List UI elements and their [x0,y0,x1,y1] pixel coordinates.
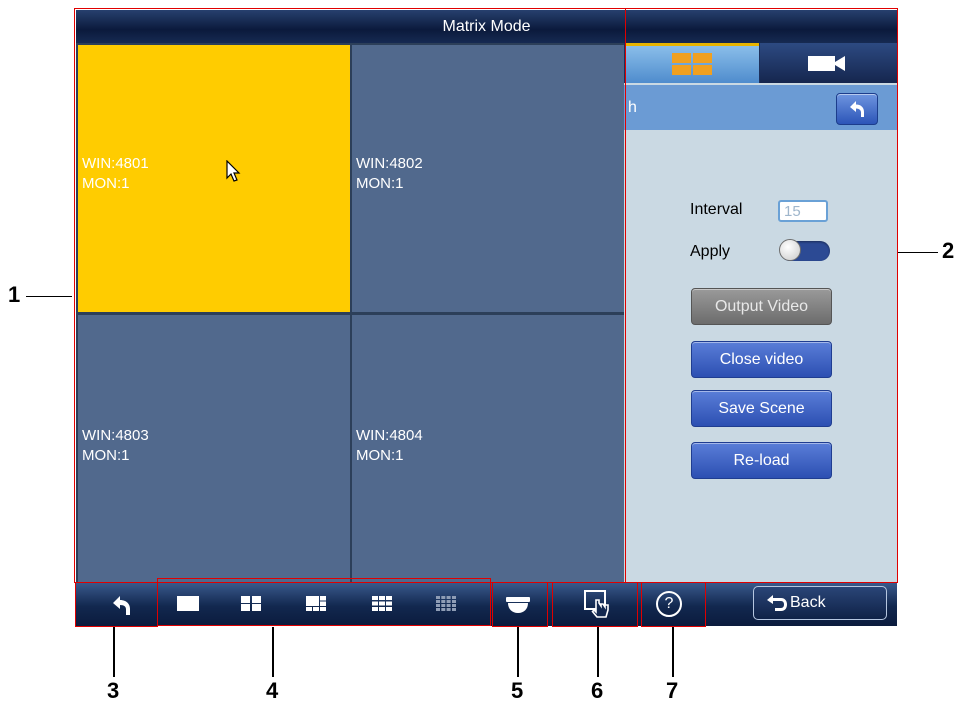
callout-7: 7 [666,678,679,703]
tab-window-layout[interactable] [626,43,759,83]
window-tile-4804[interactable]: WIN:4804 MON:1 [352,315,624,582]
back-button-label: Back [790,594,826,611]
callout-3: 3 [107,678,120,703]
leader-line-1 [26,296,72,297]
reload-button[interactable]: Re-load [691,442,832,479]
back-button[interactable]: Back [753,586,887,620]
window-id-label: WIN:4801 [82,155,149,172]
window-tile-4801[interactable]: WIN:4801 MON:1 [78,45,350,312]
interval-label: Interval [690,201,743,218]
layout-16-split-button[interactable] [436,596,456,611]
apply-toggle[interactable] [779,239,830,261]
bottom-toolbar: ? Back [76,582,897,626]
monitor-label: MON:1 [356,175,404,192]
return-button[interactable] [104,582,140,626]
window-id-label: WIN:4802 [356,155,423,172]
panel-subheader: h [624,85,897,130]
toggle-knob[interactable] [779,239,801,261]
callout-6: 6 [591,678,604,703]
matrix-control-panel: h Interval Apply Output Video Close vide… [624,43,897,582]
return-arrow-icon [113,596,130,615]
subheader-text: h [628,99,637,116]
window-id-label: WIN:4804 [356,427,423,444]
leader-line-5 [517,627,519,677]
monitor-label: MON:1 [82,175,130,192]
tab-camera[interactable] [760,43,897,83]
leader-line-4 [272,627,274,677]
save-scene-button[interactable]: Save Scene [691,390,832,427]
ptz-dome-camera-icon[interactable] [506,596,530,614]
mouse-pointer-icon [226,160,241,182]
window-tile-4802[interactable]: WIN:4802 MON:1 [352,45,624,312]
monitor-label: MON:1 [356,447,404,464]
monitor-label: MON:1 [82,447,130,464]
undo-button[interactable] [836,93,878,125]
leader-line-2 [898,252,938,253]
close-video-button[interactable]: Close video [691,341,832,378]
title-bar: Matrix Mode [76,10,897,43]
help-button[interactable]: ? [656,591,682,617]
window-grid: WIN:4801 MON:1 WIN:4802 MON:1 WIN:4803 M… [76,43,624,582]
output-video-button[interactable]: Output Video [691,288,832,325]
layout-4-split-button[interactable] [241,596,261,611]
window-id-label: WIN:4803 [82,427,149,444]
layout-1-split-button[interactable] [177,596,199,611]
callout-5: 5 [511,678,524,703]
matrix-mode-screen: Matrix Mode WIN:4801 MON:1 WIN:4802 MON:… [76,10,897,626]
undo-arrow-icon [850,101,864,117]
camera-icon [808,56,845,71]
panel-tabs [624,43,897,83]
interval-input[interactable] [778,200,828,222]
layout-6-split-button[interactable] [306,596,326,611]
callout-1: 1 [8,282,21,307]
back-arrow-icon [767,595,787,611]
window-layout-icon [672,53,712,75]
callout-4: 4 [266,678,279,703]
touch-hand-icon[interactable] [584,590,610,618]
layout-9-split-button[interactable] [372,596,392,611]
window-tile-4803[interactable]: WIN:4803 MON:1 [78,315,350,582]
callout-2: 2 [942,238,955,263]
leader-line-7 [672,627,674,677]
leader-line-3 [113,627,115,677]
apply-label: Apply [690,243,731,260]
leader-line-6 [597,627,599,677]
page-title: Matrix Mode [442,18,531,35]
